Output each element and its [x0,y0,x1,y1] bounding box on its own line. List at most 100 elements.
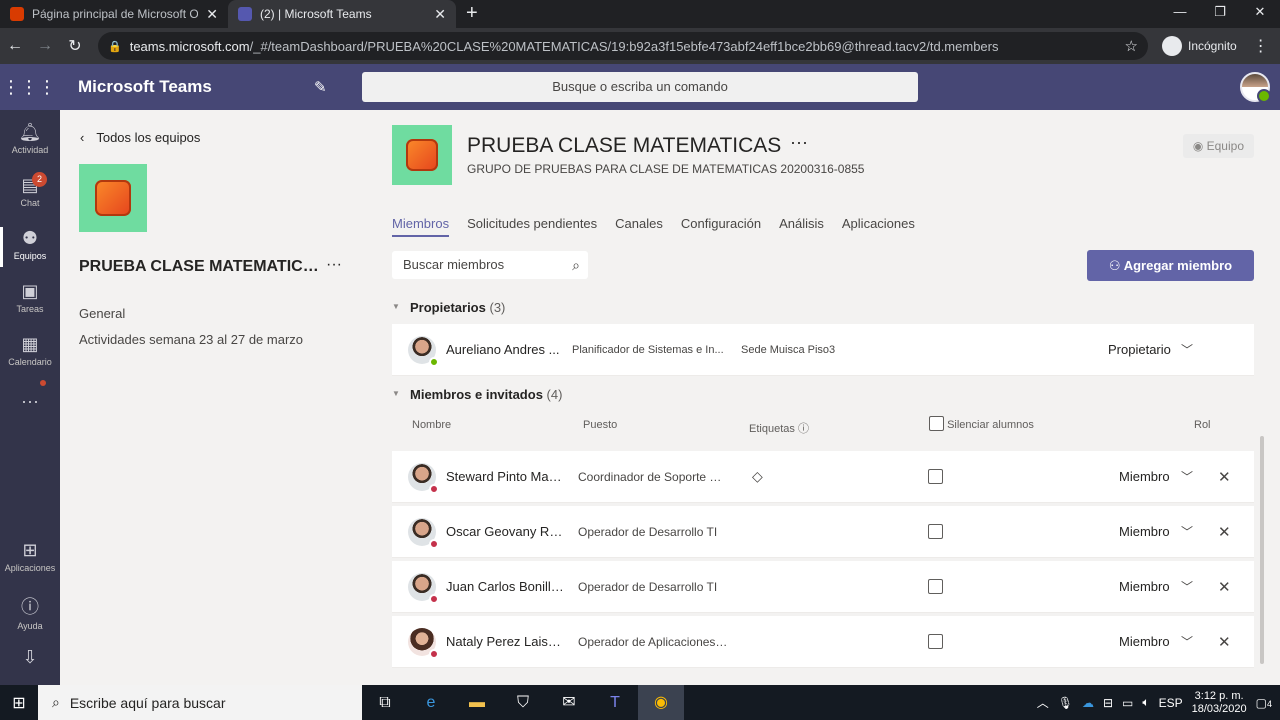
rail-assignments[interactable]: ▣ Tareas [0,274,60,326]
column-title[interactable]: Puesto [583,419,617,431]
rail-activity[interactable]: 🔔︎ Actividad [0,115,60,167]
close-tab-icon[interactable]: ✕ [206,6,218,23]
owners-section-header[interactable]: ▼ Propietarios (3) [392,300,505,315]
restore-icon[interactable]: ❐ [1200,0,1240,26]
edge-icon[interactable]: e [408,685,454,720]
mute-all-checkbox[interactable] [929,416,944,431]
table-row[interactable]: Juan Carlos Bonilla... Operador de Desar… [392,561,1254,613]
close-tab-icon[interactable]: ✕ [434,6,446,23]
remove-member-icon[interactable]: ✕ [1218,633,1231,651]
chevron-down-icon[interactable]: ﹀ [1181,633,1193,650]
scrollbar[interactable] [1260,436,1264,664]
reload-icon[interactable]: ↻ [60,36,90,56]
remove-member-icon[interactable]: ✕ [1218,468,1231,486]
rail-label: Chat [20,198,40,208]
add-person-icon: ⚇ [1108,258,1124,273]
chevron-down-icon[interactable]: ﹀ [1181,341,1193,358]
volume-icon[interactable]: 🔈︎ [1142,695,1149,710]
chat-badge: 2 [32,172,47,187]
mute-checkbox[interactable] [928,634,943,649]
display-icon[interactable]: ▭ [1122,696,1133,710]
role-dropdown[interactable]: Miembro [1119,524,1170,539]
profile-avatar[interactable] [1240,72,1271,103]
new-chat-icon[interactable]: ✎ [314,78,340,96]
tab-analytics[interactable]: Análisis [779,216,824,237]
onedrive-icon[interactable]: ☁ [1082,696,1094,710]
microphone-icon[interactable]: 🎙︎ [1058,696,1073,710]
tab-apps[interactable]: Aplicaciones [842,216,915,237]
incognito-indicator[interactable]: Incógnito [1162,36,1237,56]
members-section-header[interactable]: ▼ Miembros e invitados (4) [392,387,562,402]
column-name[interactable]: Nombre [412,419,451,431]
info-icon[interactable]: ⓘ [798,423,809,435]
store-icon[interactable]: ⛉ [500,685,546,720]
mute-checkbox[interactable] [928,469,943,484]
member-title: Coordinador de Soporte MIS [578,469,728,484]
windows-start-icon[interactable]: ⊞ [0,693,38,713]
back-to-all-teams[interactable]: ‹ Todos los equipos [80,130,200,145]
tab-members[interactable]: Miembros [392,216,450,237]
team-more-icon[interactable]: ··· [790,132,808,153]
rail-teams[interactable]: ⚉ Equipos [0,221,60,273]
taskbar-search-input[interactable]: ⌕ Escribe aquí para buscar [38,685,362,720]
table-row[interactable]: Steward Pinto Mart... Coordinador de Sop… [392,451,1254,503]
mail-icon[interactable]: ✉ [546,685,592,720]
role-dropdown[interactable]: Miembro [1119,634,1170,649]
minimize-icon[interactable]: — [1160,0,1200,26]
command-search-input[interactable]: Busque o escriba un comando [362,72,918,102]
address-bar: ← → ↻ 🔒 teams.microsoft.com/_#/teamDashb… [0,28,1280,64]
forward-icon[interactable]: → [30,37,60,55]
rail-apps[interactable]: ⊞ Aplicaciones [0,533,60,585]
browser-menu-icon[interactable]: ⋮ [1253,36,1269,56]
role-dropdown[interactable]: Propietario [1108,342,1171,357]
bookmark-star-icon[interactable]: ☆ [1125,37,1138,55]
teams-taskbar-icon[interactable]: T [592,685,638,720]
network-icon[interactable]: ⊟ [1103,696,1113,710]
language-indicator[interactable]: ESP [1159,696,1183,710]
chevron-down-icon[interactable]: ﹀ [1181,523,1193,540]
tab-settings[interactable]: Configuración [681,216,761,237]
chevron-down-icon[interactable]: ﹀ [1181,578,1193,595]
channel-general[interactable]: General [79,306,125,321]
url-input[interactable]: 🔒 teams.microsoft.com/_#/teamDashboard/P… [98,32,1148,60]
channel-actividades[interactable]: Actividades semana 23 al 27 de marzo [79,332,303,347]
team-more-options-icon[interactable]: ··· [326,256,342,274]
close-window-icon[interactable]: ✕ [1240,0,1280,26]
clock[interactable]: 3:12 p. m. 18/03/2020 [1192,690,1247,716]
mute-checkbox[interactable] [928,579,943,594]
tab-channels[interactable]: Canales [615,216,663,237]
lock-icon: 🔒 [108,40,122,53]
tab-pending-requests[interactable]: Solicitudes pendientes [467,216,597,237]
tag-icon[interactable]: ◇ [752,468,763,485]
presence-dot [429,357,439,367]
bell-icon: 🔔︎ [18,122,42,142]
mute-checkbox[interactable] [928,524,943,539]
browser-tab-teams[interactable]: (2) | Microsoft Teams ✕ [228,0,456,28]
app-launcher-icon[interactable]: ⋮⋮⋮ [0,77,58,98]
browser-tab-office[interactable]: Página principal de Microsoft Of ✕ [0,0,228,28]
column-role[interactable]: Rol [1194,419,1211,431]
rail-more[interactable]: ··· [0,384,60,436]
role-dropdown[interactable]: Miembro [1119,579,1170,594]
side-team-name[interactable]: PRUEBA CLASE MATEMATICAS [79,258,324,276]
owner-row[interactable]: Aureliano Andres ... Planificador de Sis… [392,324,1254,376]
file-explorer-icon[interactable]: ▬ [454,685,500,720]
notifications-icon[interactable]: ▢4 [1256,696,1272,710]
task-view-icon[interactable]: ⧉ [362,685,408,720]
rail-calendar[interactable]: ▦ Calendario [0,327,60,379]
member-search-input[interactable]: Buscar miembros ⌕ [392,251,588,279]
table-row[interactable]: Nataly Perez Laiseca Operador de Aplicac… [392,616,1254,668]
role-dropdown[interactable]: Miembro [1119,469,1170,484]
back-icon[interactable]: ← [0,37,30,55]
new-tab-button[interactable]: + [466,0,478,28]
rail-chat[interactable]: ▤ 2 Chat [0,168,60,220]
remove-member-icon[interactable]: ✕ [1218,523,1231,541]
add-member-button[interactable]: ⚇ Agregar miembro [1087,250,1254,281]
chrome-icon[interactable]: ◉ [638,685,684,720]
rail-help[interactable]: ⓘ Ayuda [0,586,60,638]
notification-count: 4 [1266,698,1272,709]
table-row[interactable]: Oscar Geovany Ric... Operador de Desarro… [392,506,1254,558]
chevron-down-icon[interactable]: ﹀ [1181,468,1193,485]
chevron-up-icon[interactable]: ︿ [1037,694,1049,711]
remove-member-icon[interactable]: ✕ [1218,578,1231,596]
